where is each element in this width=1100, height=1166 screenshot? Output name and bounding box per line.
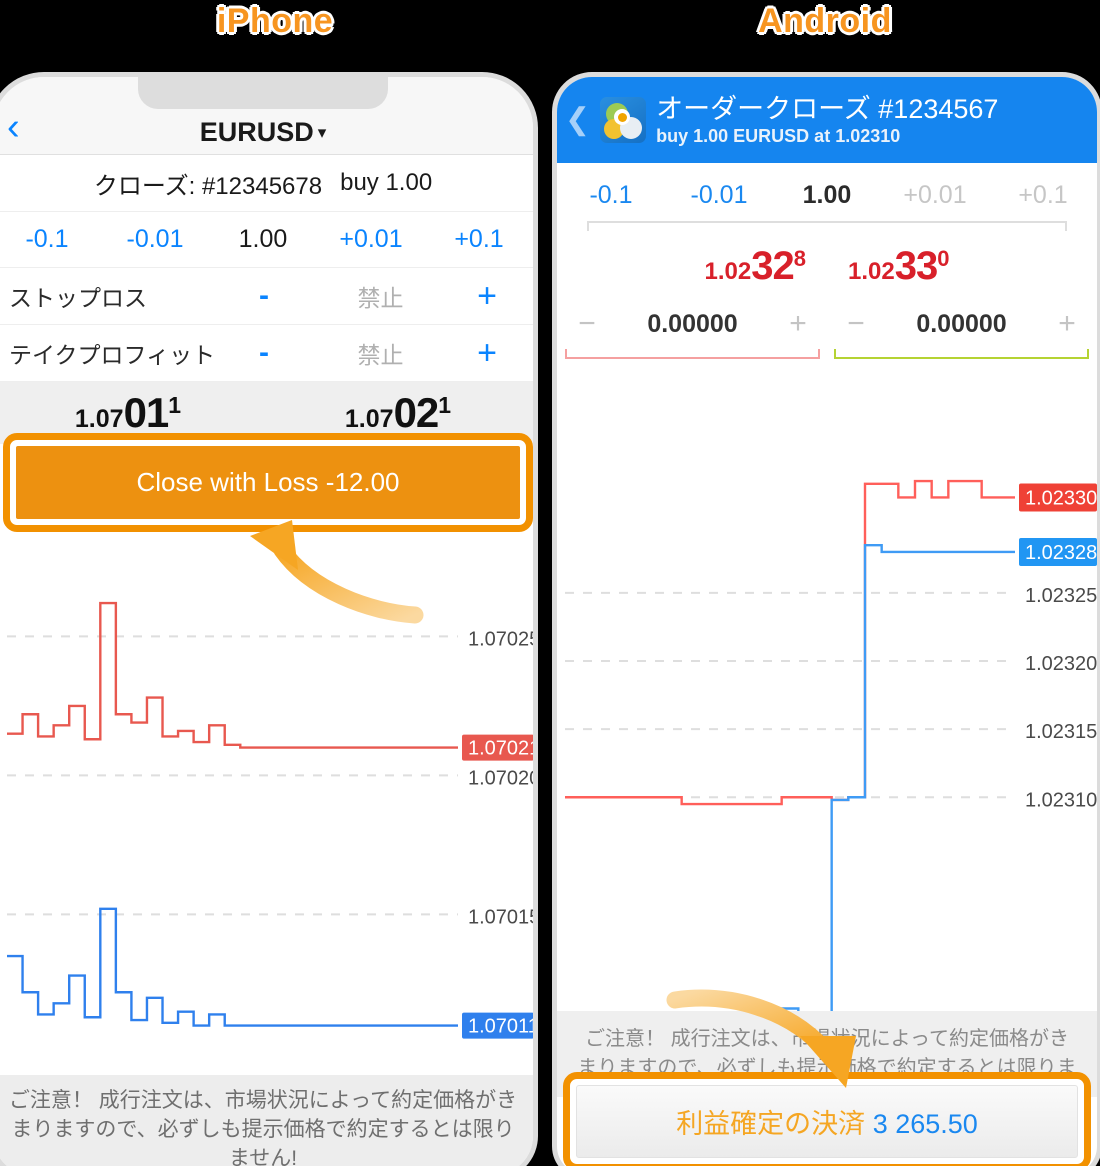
bid-price: 1.02328	[704, 243, 806, 288]
increment-button[interactable]: +	[776, 307, 820, 341]
back-icon[interactable]: ‹	[7, 108, 20, 146]
volume-step-01[interactable]: +0.1	[425, 225, 533, 254]
y-axis-tick: 1.07015	[468, 906, 533, 928]
order-subtitle: buy 1.00 EURUSD at 1.02310	[656, 126, 901, 147]
iphone-price-chart[interactable]: 1.07025 1.07020 1.07015 1.07021 1.07011	[0, 553, 533, 1109]
y-axis-tick: 1.02310	[1025, 789, 1097, 811]
field-value[interactable]: 0.00000	[878, 310, 1045, 339]
volume-step-01: +0.1	[1018, 180, 1068, 209]
last-price-badge-bid: 1.07011	[462, 1012, 533, 1039]
volume-step-100: 1.00	[238, 225, 288, 253]
stoploss-row: ストップロス - 禁止 +	[0, 268, 533, 325]
close-with-loss-button[interactable]: Close with Loss -12.00	[16, 446, 520, 519]
sltp-rows: ストップロス - 禁止 + テイクプロフィット - 禁止 +	[0, 268, 533, 382]
page-title: オーダークローズ #1234567	[656, 93, 999, 124]
field-underline	[834, 349, 1089, 359]
volume-step-001[interactable]: +0.01	[317, 225, 425, 254]
svg-text:1.07021: 1.07021	[468, 738, 533, 760]
order-summary: クローズ: #12345678 buy 1.00	[0, 155, 533, 212]
order-side-label: buy 1.00	[340, 169, 433, 196]
svg-text:1.07011: 1.07011	[468, 1016, 533, 1038]
last-price-badge-ask: 1.02330	[1019, 483, 1097, 512]
increment-button[interactable]: +	[457, 277, 517, 316]
field-underline	[565, 349, 820, 359]
android-price-chart[interactable]: 1.02325 1.02320 1.02315 1.02310 1.02330 1.023…	[557, 477, 1097, 1063]
decrement-button[interactable]: -	[224, 336, 304, 370]
close-with-profit-button[interactable]: 利益確定の決済 3 265.50	[576, 1085, 1078, 1158]
iphone-device-frame: ‹ EURUSD ▾ クローズ: #12345678 buy 1.00 -0.1 -0…	[0, 72, 538, 1166]
volume-stepper-row: -0.1 -0.01 1.00 +0.01 +0.1	[0, 212, 533, 268]
metatrader-logo-icon	[600, 97, 647, 143]
close-button-highlight: Close with Loss -12.00	[3, 433, 533, 532]
quote-row: 1.02328 1.02330	[557, 231, 1097, 293]
increment-button[interactable]: +	[1045, 307, 1089, 341]
appbar-titles: オーダークローズ #1234567 buy 1.00 EURUSD at 1.0…	[656, 94, 998, 146]
row-value: 禁止	[357, 285, 404, 311]
y-axis-tick: 1.07025	[468, 628, 533, 650]
decrement-button[interactable]: -	[224, 279, 304, 313]
row-label: テイクプロフィット	[9, 342, 216, 368]
price-line-bid	[7, 907, 458, 1027]
decrement-button[interactable]: −	[834, 307, 878, 341]
caption-iphone: iPhone	[216, 2, 334, 40]
field-value[interactable]: 0.00000	[609, 310, 776, 339]
volume-step--01[interactable]: -0.1	[0, 225, 101, 254]
row-value: 禁止	[357, 342, 404, 368]
volume-step--01[interactable]: -0.1	[557, 181, 665, 210]
symbol-label: EURUSD	[199, 117, 314, 147]
y-axis-tick: 1.02325	[1025, 585, 1097, 607]
close-button-highlight: 利益確定の決済 3 265.50	[563, 1072, 1091, 1166]
volume-step-100: 1.00	[802, 180, 852, 209]
close-button-amount: 3 265.50	[872, 1109, 978, 1139]
android-device-frame: ❮ オーダークローズ #1234567 buy 1.00 EURUSD at 1…	[552, 72, 1100, 1166]
back-icon[interactable]: ❮	[565, 105, 590, 135]
last-price-badge-bid: 1.02328	[1019, 537, 1097, 566]
row-label: ストップロス	[9, 285, 147, 311]
last-price-badge-ask: 1.07021	[462, 734, 533, 761]
takeprofit-field: −0.00000 +	[834, 307, 1089, 359]
price-line-bid	[565, 543, 1015, 1037]
y-axis-tick: 1.02320	[1025, 653, 1097, 675]
comparison-stage: iPhone Android ‹ EURUSD ▾ クローズ: #12345678…	[0, 0, 1100, 1166]
android-appbar: ❮ オーダークローズ #1234567 buy 1.00 EURUSD at 1…	[557, 77, 1097, 163]
volume-step-001: +0.01	[903, 180, 967, 209]
svg-text:1.02330: 1.02330	[1025, 487, 1097, 509]
stoploss-field: −0.00000 +	[565, 307, 820, 359]
y-axis-tick: 1.02315	[1025, 721, 1097, 743]
iphone-notch	[138, 77, 388, 109]
takeprofit-row: テイクプロフィット - 禁止 +	[0, 325, 533, 382]
decrement-button[interactable]: −	[565, 307, 609, 341]
page-title[interactable]: EURUSD ▾	[200, 117, 327, 148]
increment-button[interactable]: +	[457, 334, 517, 373]
caption-android: Android	[758, 2, 892, 40]
order-id-label: クローズ: #12345678	[93, 172, 323, 200]
svg-text:1.02328: 1.02328	[1025, 542, 1097, 564]
y-axis-tick: 1.07020	[468, 767, 533, 789]
bid-price: 1.07011	[74, 389, 182, 436]
volume-step--001[interactable]: -0.01	[665, 181, 773, 210]
volume-stepper-row: -0.1 -0.01 1.00 +0.01 +0.1	[557, 163, 1097, 221]
price-line-ask	[565, 479, 1015, 806]
sltp-fields: −0.00000 + −0.00000 +	[557, 293, 1097, 359]
volume-step--001[interactable]: -0.01	[101, 225, 209, 254]
close-button-label: 利益確定の決済	[676, 1109, 866, 1139]
chevron-down-icon: ▾	[317, 123, 327, 142]
ask-price: 1.02330	[848, 243, 950, 288]
iphone-disclaimer: ご注意！ 成行注文は、市場状況によって約定価格がきまりますので、必ずしも提示価格…	[0, 1075, 533, 1166]
ask-price: 1.07021	[344, 389, 452, 436]
volume-field-underline	[587, 221, 1067, 231]
price-line-ask	[7, 601, 458, 749]
